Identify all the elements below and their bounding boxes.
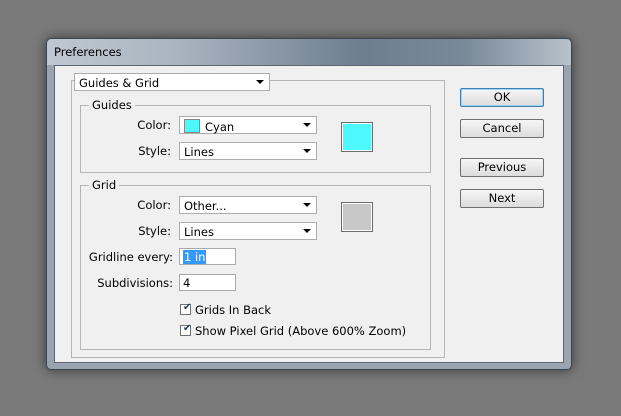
- guides-style-value: Lines: [184, 145, 214, 159]
- grid-group-label: Grid: [89, 178, 120, 192]
- guides-style-label: Style:: [138, 144, 171, 158]
- guides-group-label: Guides: [89, 98, 135, 112]
- section-group: Guides & Grid Guides Color: Cyan Style: …: [71, 73, 445, 358]
- preferences-dialog: Preferences Guides & Grid Guides Color: …: [46, 38, 572, 370]
- ok-button[interactable]: OK: [460, 88, 544, 107]
- guides-color-swatch-small: [184, 119, 200, 133]
- gridline-every-input[interactable]: 1 in: [179, 248, 236, 265]
- grid-color-label: Color:: [137, 198, 171, 212]
- chevron-down-icon: [303, 149, 311, 153]
- guides-color-dropdown[interactable]: Cyan: [179, 116, 317, 134]
- chevron-down-icon: [303, 229, 311, 233]
- grids-in-back-checkbox[interactable]: ✔: [180, 302, 192, 315]
- section-dropdown-value: Guides & Grid: [79, 76, 160, 90]
- subdivisions-input[interactable]: 4: [179, 274, 236, 291]
- show-pixel-grid-checkbox[interactable]: ✔: [180, 323, 192, 336]
- grid-color-value: Other...: [184, 199, 227, 213]
- checkmark-icon: ✔: [183, 323, 192, 334]
- guides-color-label: Color:: [137, 118, 171, 132]
- checkmark-icon: ✔: [183, 302, 192, 313]
- gridline-every-value: 1 in: [183, 250, 207, 264]
- grid-style-dropdown[interactable]: Lines: [179, 222, 317, 240]
- chevron-down-icon: [256, 80, 264, 84]
- next-button[interactable]: Next: [460, 189, 544, 208]
- subdivisions-label: Subdivisions:: [97, 276, 173, 290]
- guides-color-preview[interactable]: [341, 122, 373, 152]
- chevron-down-icon: [303, 123, 311, 127]
- subdivisions-value: 4: [183, 276, 191, 290]
- grid-color-dropdown[interactable]: Other...: [179, 196, 317, 214]
- guides-style-dropdown[interactable]: Lines: [179, 142, 317, 160]
- gridline-every-label: Gridline every:: [88, 250, 173, 264]
- section-dropdown[interactable]: Guides & Grid: [74, 73, 270, 91]
- show-pixel-grid-label[interactable]: Show Pixel Grid (Above 600% Zoom): [195, 324, 406, 338]
- grid-style-label: Style:: [138, 224, 171, 238]
- dialog-body: Guides & Grid Guides Color: Cyan Style: …: [54, 65, 564, 363]
- grid-style-value: Lines: [184, 225, 214, 239]
- window-title: Preferences: [54, 45, 122, 59]
- guides-color-value: Cyan: [205, 120, 235, 134]
- title-bar[interactable]: Preferences: [47, 39, 571, 65]
- grid-group: Grid Color: Other... Style: Lines Gridli…: [80, 178, 431, 350]
- previous-button[interactable]: Previous: [460, 158, 544, 177]
- chevron-down-icon: [303, 203, 311, 207]
- grid-color-preview[interactable]: [341, 202, 373, 232]
- grids-in-back-label[interactable]: Grids In Back: [195, 303, 271, 317]
- cancel-button[interactable]: Cancel: [460, 119, 544, 138]
- guides-group: Guides Color: Cyan Style: Lines: [80, 98, 431, 173]
